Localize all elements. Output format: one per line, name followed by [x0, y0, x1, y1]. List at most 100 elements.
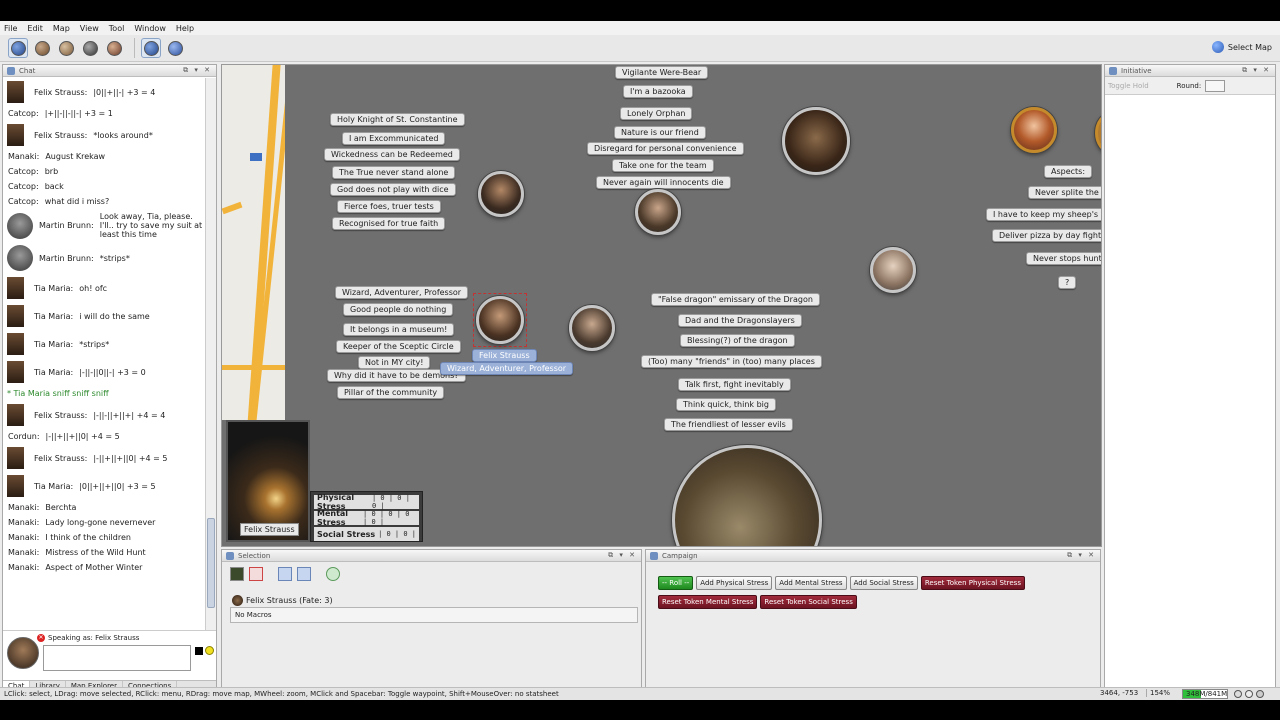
chat-avatar [7, 361, 24, 383]
dragon-token[interactable] [672, 445, 822, 546]
chat-text: *strips* [99, 253, 130, 263]
stress-row-physical: Physical Stress | 0 | 0 | 0 | [314, 493, 419, 511]
knight-token[interactable] [478, 171, 524, 217]
campaign-title: Campaign [662, 551, 698, 560]
next-arrow-icon[interactable] [297, 567, 311, 581]
reset-social-stress-button[interactable]: Reset Token Social Stress [760, 595, 857, 609]
old-man-token[interactable] [870, 247, 916, 293]
previous-arrow-icon[interactable] [278, 567, 292, 581]
partial-token[interactable] [1095, 113, 1101, 153]
red-haired-woman-token[interactable] [1011, 107, 1057, 153]
background-street-map [222, 65, 285, 420]
werebear-human-token[interactable] [635, 189, 681, 235]
chat-input[interactable] [43, 645, 191, 671]
token-layer-button[interactable] [141, 38, 161, 58]
token-layer-icon [143, 40, 159, 56]
chat-avatar [7, 212, 33, 239]
bear-token[interactable] [782, 107, 850, 175]
chat-sender: Manaki: [8, 533, 40, 542]
topology-tool-button[interactable] [104, 38, 124, 58]
deselect-icon[interactable] [249, 567, 263, 581]
campaign-macro-buttons: -- Roll -- Add Physical Stress Add Menta… [658, 576, 1098, 614]
aspect-label: Keeper of the Sceptic Circle [336, 340, 461, 353]
select-all-icon[interactable] [230, 567, 244, 581]
chat-sender: Manaki: [8, 563, 40, 572]
fog-tool-button[interactable] [80, 38, 100, 58]
topology-tool-icon [106, 40, 122, 56]
round-field[interactable] [1205, 79, 1226, 92]
pointer-tool-icon [10, 40, 26, 56]
pointer-tool-button[interactable] [8, 38, 28, 58]
menu-file[interactable]: File [4, 24, 17, 33]
aspect-label: Good people do nothing [343, 303, 454, 316]
aspect-label: Blessing(?) of the dragon [680, 334, 795, 347]
campaign-panel: Campaign ⧉ ▾ ✕ -- Roll -- Add Physical S… [645, 549, 1101, 690]
chat-panel: Chat ⧉ ▾ ✕ Felix Strauss: |0||+||-| +3 = … [2, 64, 217, 691]
portrait-name: Felix Strauss [240, 523, 299, 536]
select-map-button[interactable]: Select Map [1211, 41, 1272, 53]
draw-tool-button[interactable] [32, 38, 52, 58]
speaker-avatar [7, 637, 39, 669]
aspect-label: Wickedness can be Redeemed [324, 148, 460, 161]
text-color-swatch[interactable] [195, 647, 203, 655]
add-social-stress-button[interactable]: Add Social Stress [849, 576, 918, 590]
panel-controls-icon[interactable]: ⧉ ▾ ✕ [1067, 551, 1096, 560]
globe-icon [1211, 41, 1224, 53]
initiative-panel-header: Initiative ⧉ ▾ ✕ [1105, 65, 1275, 77]
panel-controls-icon[interactable]: ⧉ ▾ ✕ [183, 66, 212, 75]
selected-token-aspect: Wizard, Adventurer, Professor [440, 362, 574, 375]
chat-message: Catcop: back [3, 179, 206, 194]
add-physical-stress-button[interactable]: Add Physical Stress [696, 576, 773, 590]
aspect-label: Take one for the team [612, 159, 714, 172]
initiative-toolbar: Toggle Hold Round: [1105, 77, 1275, 95]
chat-scroll-thumb[interactable] [207, 518, 215, 608]
status-hint: LClick: select, LDrag: move selected, RC… [4, 690, 559, 698]
chat-sender: Tia Maria: [34, 283, 74, 293]
chat-message: Tia Maria: *strips* [3, 330, 206, 358]
chat-text: |0||+||-| +3 = 4 [93, 87, 156, 97]
fog-tool-icon [82, 40, 98, 56]
refresh-icon[interactable] [326, 567, 340, 581]
connection-status-icon [1245, 690, 1253, 698]
chat-scrollbar[interactable] [205, 78, 216, 630]
road-stripe [222, 365, 285, 370]
initiative-title: Initiative [1121, 66, 1152, 75]
menu-edit[interactable]: Edit [27, 24, 43, 33]
selected-token-entry[interactable]: Felix Strauss (Fate: 3) [232, 595, 333, 606]
stress-label: Mental Stress [317, 509, 349, 527]
menu-tool[interactable]: Tool [109, 24, 125, 33]
map-canvas[interactable]: Holy Knight of St. Constantine I am Exco… [221, 64, 1102, 547]
reset-mental-stress-button[interactable]: Reset Token Mental Stress [658, 595, 758, 609]
reset-physical-stress-button[interactable]: Reset Token Physical Stress [920, 576, 1025, 590]
aspect-label: The friendliest of lesser evils [664, 418, 793, 431]
panel-controls-icon[interactable]: ⧉ ▾ ✕ [608, 551, 637, 560]
menu-map[interactable]: Map [53, 24, 70, 33]
emoji-smiley-icon[interactable] [205, 646, 214, 655]
menu-help[interactable]: Help [176, 24, 194, 33]
add-mental-stress-button[interactable]: Add Mental Stress [775, 576, 847, 590]
chat-message: Catcop: what did i miss? [3, 194, 206, 209]
chat-avatar [7, 447, 24, 469]
aspect-label: Lonely Orphan [620, 107, 693, 120]
highway-sign-icon [250, 153, 262, 161]
status-bar: LClick: select, LDrag: move selected, RC… [0, 687, 1280, 700]
memory-meter[interactable]: 348M/841M [1182, 689, 1228, 699]
aspect-label: Think quick, think big [676, 398, 776, 411]
felix-strauss-token[interactable] [476, 296, 524, 344]
menu-view[interactable]: View [80, 24, 99, 33]
stress-value: | 0 | 0 | 0 | 0 | [363, 510, 410, 526]
server-status-icon [1234, 690, 1242, 698]
menu-window[interactable]: Window [134, 24, 166, 33]
chat-message: Tia Maria: oh! ofc [3, 274, 206, 302]
roll-button[interactable]: -- Roll -- [658, 576, 694, 590]
dragon-emissary-token[interactable] [569, 305, 615, 351]
template-tool-button[interactable] [56, 38, 76, 58]
clear-speaker-icon[interactable]: ✕ [37, 634, 45, 642]
chat-message: Manaki: Lady long-gone nevernever [3, 515, 206, 530]
aspect-label: ? [1058, 276, 1077, 289]
toggle-hold-button[interactable]: Toggle Hold [1108, 82, 1149, 90]
aspect-label: Holy Knight of St. Constantine [330, 113, 465, 126]
panel-controls-icon[interactable]: ⧉ ▾ ✕ [1242, 66, 1271, 75]
chat-message: Catcop: brb [3, 164, 206, 179]
grid-layer-button[interactable] [165, 38, 185, 58]
